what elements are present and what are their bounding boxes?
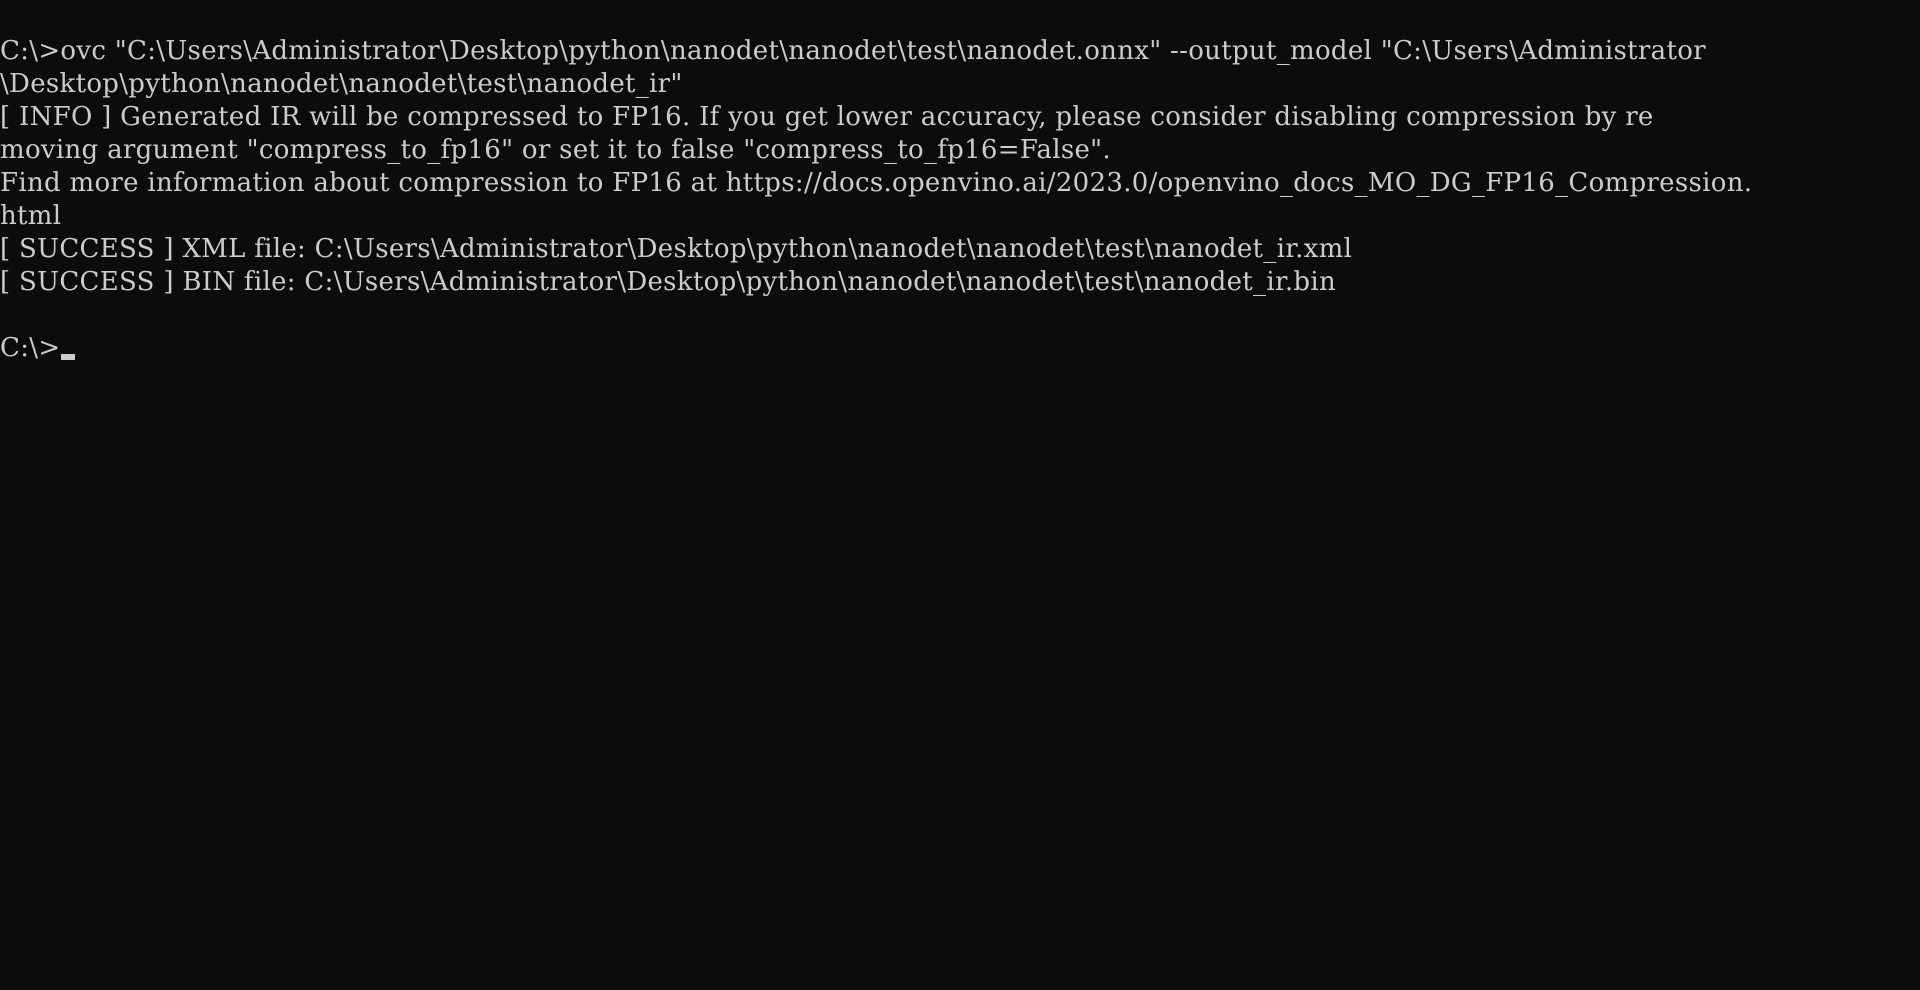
terminal-window[interactable]: C:\>ovc "C:\Users\Administrator\Desktop\…: [0, 0, 1920, 990]
success-xml-line: [ SUCCESS ] XML file: C:\Users\Administr…: [0, 234, 1353, 264]
prompt-text: C:\>: [0, 333, 61, 363]
command-line: C:\>ovc "C:\Users\Administrator\Desktop\…: [0, 36, 1706, 66]
text-cursor: [61, 354, 76, 360]
info-link-continuation: html: [0, 201, 62, 231]
info-link-line: Find more information about compression …: [0, 168, 1753, 198]
command-line-continuation: \Desktop\python\nanodet\nanodet\test\nan…: [0, 69, 683, 99]
info-message-line: [ INFO ] Generated IR will be compressed…: [0, 102, 1654, 132]
current-prompt-line[interactable]: C:\>: [0, 332, 1920, 365]
success-bin-line: [ SUCCESS ] BIN file: C:\Users\Administr…: [0, 267, 1336, 297]
info-message-continuation: moving argument "compress_to_fp16" or se…: [0, 135, 1112, 165]
